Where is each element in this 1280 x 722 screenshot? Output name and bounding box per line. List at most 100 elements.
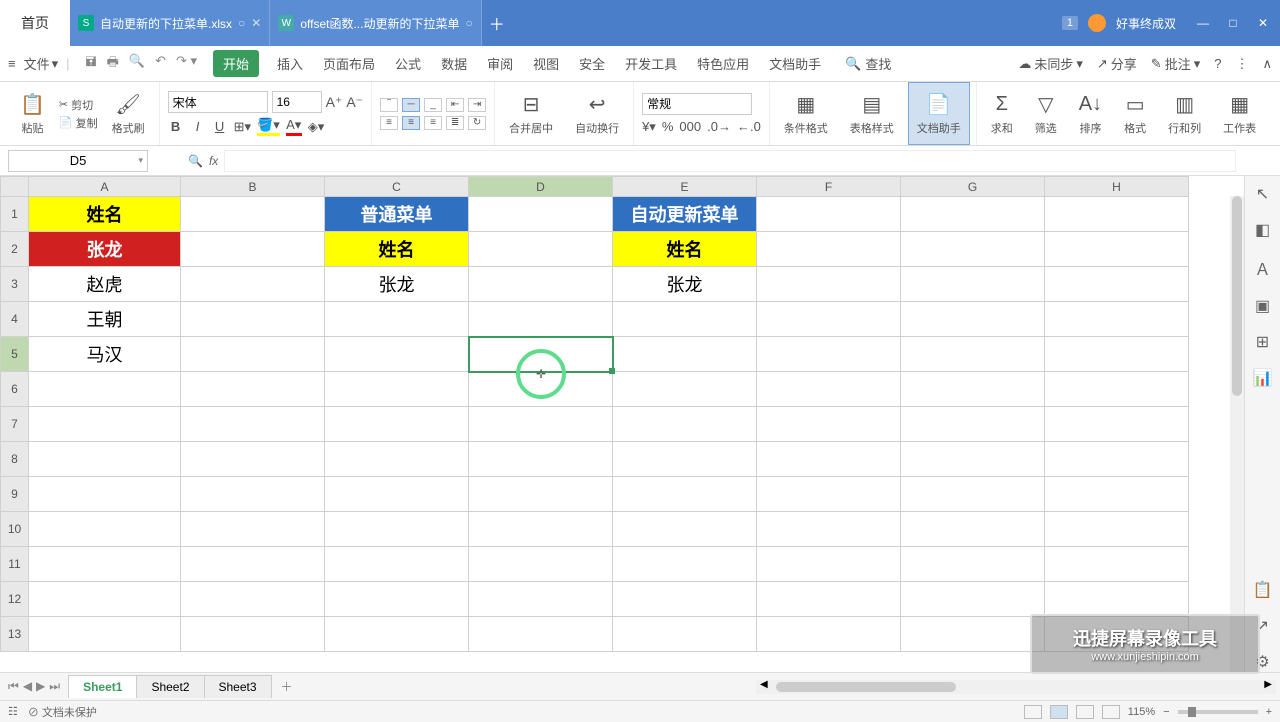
cell[interactable] [469, 512, 613, 547]
view-page-icon[interactable] [1076, 705, 1094, 719]
format-button[interactable]: ▭格式 [1116, 82, 1154, 145]
font-select[interactable] [168, 91, 268, 113]
increase-font-icon[interactable]: A⁺ [326, 94, 343, 111]
cell[interactable] [757, 477, 901, 512]
italic-button[interactable]: I [190, 119, 206, 134]
file-menu[interactable]: 文件 ▾ [24, 54, 59, 73]
col-header-B[interactable]: B [181, 177, 325, 197]
cell[interactable] [469, 267, 613, 302]
cell[interactable] [181, 547, 325, 582]
search-box[interactable]: 🔍 查找 [845, 54, 891, 73]
view-normal-icon[interactable] [1050, 705, 1068, 719]
cell[interactable] [181, 372, 325, 407]
protect-status[interactable]: ⊘ 文档未保护 [28, 704, 97, 720]
sheet-last-icon[interactable]: ⏭ [49, 679, 60, 694]
status-icon[interactable]: ☷ [8, 705, 18, 718]
copy-button[interactable]: 📄 复制 [59, 115, 98, 131]
number-format-select[interactable] [642, 93, 752, 115]
doc-helper-button[interactable]: 📄文档助手 [908, 82, 970, 145]
decrease-font-icon[interactable]: A⁻ [346, 94, 363, 111]
orientation-icon[interactable]: ↻ [468, 116, 486, 130]
cell[interactable] [181, 617, 325, 652]
col-header-D[interactable]: D [469, 177, 613, 197]
vertical-scrollbar[interactable] [1230, 196, 1244, 672]
cell[interactable] [757, 267, 901, 302]
row-header-7[interactable]: 7 [1, 407, 29, 442]
cell[interactable] [469, 197, 613, 232]
align-right-icon[interactable]: ≡ [424, 116, 442, 130]
align-bottom-icon[interactable]: _ [424, 98, 442, 112]
apps-icon[interactable]: ⊞ [1256, 332, 1269, 352]
cell[interactable]: 张龙 [325, 267, 469, 302]
ribbon-tab-数据[interactable]: 数据 [439, 50, 469, 77]
sync-button[interactable]: ☁ 未同步 ▾ [1018, 54, 1083, 73]
cell[interactable] [469, 372, 613, 407]
cell[interactable] [325, 582, 469, 617]
sort-button[interactable]: A↓排序 [1071, 82, 1110, 145]
cell[interactable] [1045, 582, 1189, 617]
cell[interactable]: 张龙 [29, 232, 181, 267]
username[interactable]: 好事终成双 [1116, 15, 1176, 32]
cell[interactable] [469, 302, 613, 337]
cell[interactable] [757, 337, 901, 372]
percent-icon[interactable]: % [662, 119, 674, 135]
phonetic-button[interactable]: ◈▾ [308, 119, 325, 135]
ribbon-tab-安全[interactable]: 安全 [577, 50, 607, 77]
cell[interactable] [613, 442, 757, 477]
cell[interactable] [901, 372, 1045, 407]
row-header-12[interactable]: 12 [1, 582, 29, 617]
cell[interactable] [901, 407, 1045, 442]
ribbon-tab-页面布局[interactable]: 页面布局 [321, 50, 377, 77]
home-tab[interactable]: 首页 [0, 0, 70, 46]
cell[interactable]: 普通菜单 [325, 197, 469, 232]
cell[interactable] [325, 372, 469, 407]
close-button[interactable]: ✕ [1254, 14, 1272, 32]
cell[interactable]: 自动更新菜单 [613, 197, 757, 232]
cell[interactable] [613, 547, 757, 582]
print-icon[interactable]: 🖶 [107, 53, 119, 75]
cell[interactable] [29, 442, 181, 477]
cell[interactable] [1045, 232, 1189, 267]
row-header-11[interactable]: 11 [1, 547, 29, 582]
ribbon-tab-插入[interactable]: 插入 [275, 50, 305, 77]
cell[interactable] [757, 197, 901, 232]
avatar[interactable] [1088, 14, 1106, 32]
indent-decrease-icon[interactable]: ⇤ [446, 98, 464, 112]
zoom-in-icon[interactable]: + [1266, 706, 1272, 718]
cell[interactable] [1045, 267, 1189, 302]
cell[interactable] [757, 302, 901, 337]
sheet-tab-Sheet1[interactable]: Sheet1 [68, 675, 137, 698]
row-header-1[interactable]: 1 [1, 197, 29, 232]
cell[interactable] [901, 477, 1045, 512]
save-icon[interactable]: 🖬 [86, 53, 97, 75]
cell[interactable] [325, 547, 469, 582]
cell[interactable] [181, 477, 325, 512]
cell[interactable] [613, 582, 757, 617]
row-header-4[interactable]: 4 [1, 302, 29, 337]
cell[interactable] [469, 582, 613, 617]
maximize-button[interactable]: □ [1224, 14, 1242, 32]
cell[interactable] [469, 617, 613, 652]
cell[interactable] [901, 582, 1045, 617]
cell[interactable]: 姓名 [29, 197, 181, 232]
filter-button[interactable]: ▽筛选 [1027, 82, 1065, 145]
cell[interactable] [901, 512, 1045, 547]
col-header-H[interactable]: H [1045, 177, 1189, 197]
format-painter-button[interactable]: 🖌格式刷 [104, 82, 153, 145]
ribbon-tab-开始[interactable]: 开始 [213, 50, 259, 77]
more-icon[interactable]: ⋮ [1235, 56, 1248, 72]
col-header-C[interactable]: C [325, 177, 469, 197]
col-header-E[interactable]: E [613, 177, 757, 197]
cell[interactable] [29, 477, 181, 512]
cell[interactable] [29, 582, 181, 617]
cell[interactable] [757, 582, 901, 617]
sheet-button[interactable]: ▦工作表 [1215, 82, 1264, 145]
row-header-13[interactable]: 13 [1, 617, 29, 652]
cell[interactable]: 姓名 [325, 232, 469, 267]
horizontal-scrollbar[interactable]: ◀ ▶ [756, 680, 1276, 694]
cell[interactable] [613, 512, 757, 547]
cell[interactable] [29, 512, 181, 547]
cell[interactable] [181, 512, 325, 547]
close-icon[interactable]: ✕ [251, 16, 261, 30]
cell[interactable] [901, 302, 1045, 337]
